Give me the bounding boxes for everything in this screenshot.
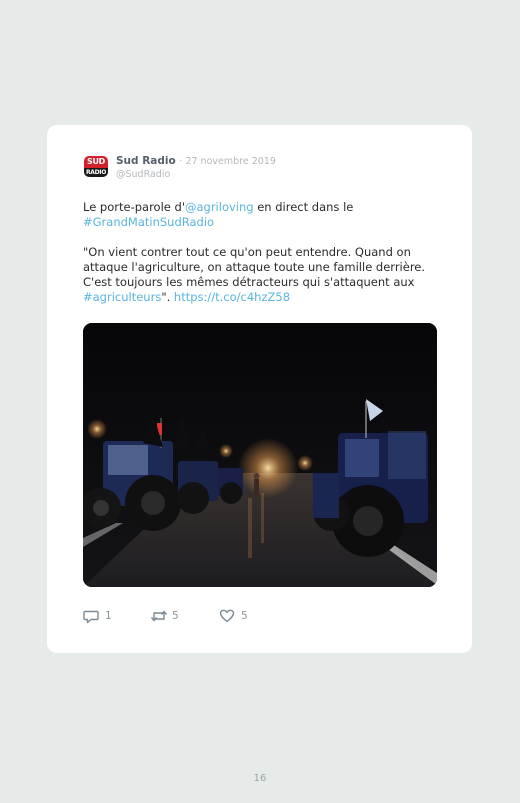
avatar-logo-bottom: RADIO — [84, 168, 108, 177]
mention-link[interactable]: @agriloving — [185, 200, 254, 214]
page-number: 16 — [253, 773, 267, 784]
reply-count: 1 — [105, 610, 112, 622]
tweet-photo[interactable] — [83, 323, 437, 587]
hashtag-link[interactable]: #GrandMatinSudRadio — [83, 215, 214, 229]
tweet-text: Le porte-parole d'@agriloving en direct … — [83, 200, 438, 305]
quote-suffix: ". — [161, 290, 174, 304]
heart-icon — [219, 609, 235, 623]
photo-tractors-night — [83, 323, 437, 587]
avatar-logo-top: SUD — [84, 156, 108, 168]
retweet-count: 5 — [172, 610, 179, 622]
author-line: Sud Radio · 27 novembre 2019 — [116, 154, 276, 169]
retweet-icon — [150, 610, 168, 622]
author-handle[interactable]: @SudRadio — [116, 168, 170, 182]
tweet-paragraph-2: "On vient contrer tout ce qu'on peut ent… — [83, 245, 438, 305]
tweet-actions: 1 5 5 — [83, 607, 383, 627]
tweet-header: SUD RADIO Sud Radio · 27 novembre 2019 @… — [83, 153, 442, 185]
text-prefix: Le porte-parole d' — [83, 200, 185, 214]
tweet-date[interactable]: 27 novembre 2019 — [185, 156, 275, 167]
tweet-card: SUD RADIO Sud Radio · 27 novembre 2019 @… — [47, 125, 472, 653]
quote-text: "On vient contrer tout ce qu'on peut ent… — [83, 245, 426, 289]
hashtag-link-2[interactable]: #agriculteurs — [83, 290, 161, 304]
separator: · — [179, 156, 183, 167]
reply-icon — [83, 610, 99, 624]
tweet-paragraph-1: Le porte-parole d'@agriloving en direct … — [83, 200, 438, 230]
author-name[interactable]: Sud Radio — [116, 155, 176, 167]
url-link[interactable]: https://t.co/c4hzZ58 — [174, 290, 290, 304]
like-count: 5 — [241, 610, 248, 622]
avatar[interactable]: SUD RADIO — [83, 153, 109, 179]
text-middle: en direct dans le — [253, 200, 354, 214]
